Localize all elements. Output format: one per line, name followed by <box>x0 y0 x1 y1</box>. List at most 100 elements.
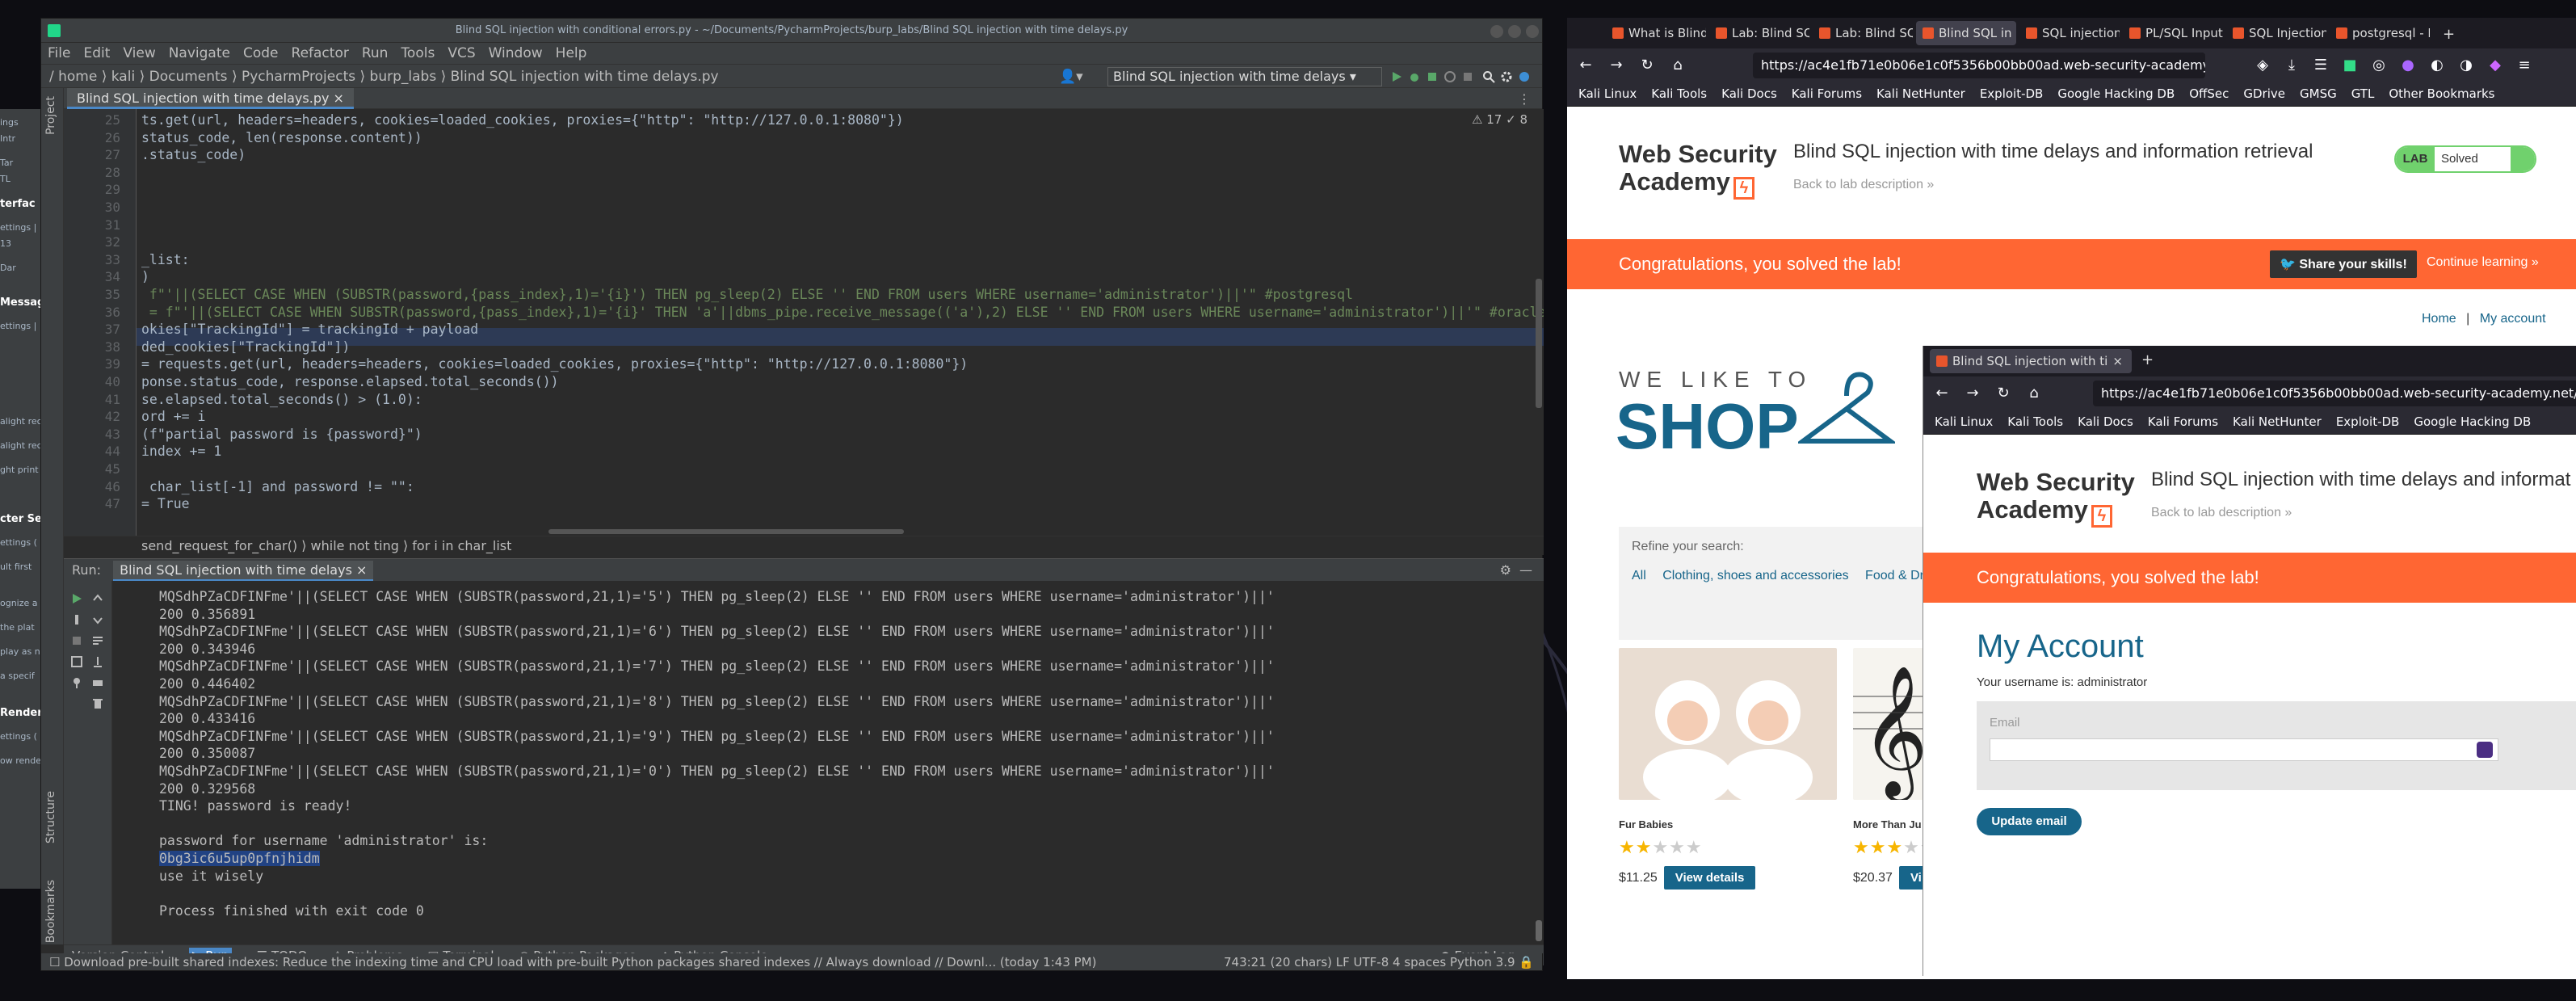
home-icon[interactable]: ⌂ <box>1669 57 1687 74</box>
bookmark-item[interactable]: Kali Linux <box>1578 86 1637 101</box>
editor-breadcrumb[interactable]: send_request_for_char() ⟩ while not ting… <box>64 536 1544 555</box>
url-bar[interactable]: https://ac4e1fb71e0b06e1c0f5356b00bb00ad… <box>2093 381 2576 406</box>
coverage-icon[interactable] <box>1426 70 1439 83</box>
jetbrains-icon[interactable] <box>1518 70 1531 83</box>
wrench-icon[interactable] <box>70 613 83 626</box>
product-image-fur-babies[interactable] <box>1619 648 1837 805</box>
bookmark-item[interactable]: Kali Linux <box>1935 414 1993 429</box>
bookmarks-tool-tab[interactable]: Bookmarks <box>44 880 57 943</box>
extension-icon[interactable]: ◐ <box>2428 57 2446 74</box>
menu-window[interactable]: Window <box>482 43 549 61</box>
extension-icon[interactable]: ● <box>2399 57 2417 74</box>
menu-view[interactable]: View <box>116 43 162 61</box>
bookmark-item[interactable]: Exploit-DB <box>2336 414 2400 429</box>
downloads-icon[interactable]: ⤓ <box>2283 57 2301 74</box>
bookmark-item[interactable]: OffSec <box>2189 86 2229 101</box>
browser-tab-active[interactable]: Blind SQL injection with ti × <box>1930 349 2132 373</box>
back-to-lab-link[interactable]: Back to lab description » <box>2151 506 2292 520</box>
menu-edit[interactable]: Edit <box>77 43 116 61</box>
code-editor[interactable]: 25 26 27 28 29 30 31 32 33 34 35 36 37 38 39 40 41 42 43 44… <box>64 109 1544 536</box>
bookmark-item[interactable]: Other Bookmarks <box>2389 86 2494 101</box>
extension-icon[interactable]: ■ <box>2341 57 2359 74</box>
password-manager-icon[interactable] <box>2477 742 2493 758</box>
academy-logo[interactable]: Web Security Academy ϟ <box>1619 141 1777 200</box>
home-icon[interactable]: ⌂ <box>2025 385 2043 402</box>
bookmark-item[interactable]: Kali Tools <box>2007 414 2063 429</box>
bookmark-item[interactable]: Kali Docs <box>2078 414 2133 429</box>
new-tab-button[interactable]: + <box>2135 349 2160 373</box>
back-icon[interactable]: ← <box>1577 57 1595 74</box>
view-details-button[interactable]: View details <box>1663 866 1756 890</box>
bookmark-item[interactable]: GTL <box>2351 86 2375 101</box>
bookmark-item[interactable]: Kali Forums <box>2148 414 2218 429</box>
menu-refactor[interactable]: Refactor <box>285 43 355 61</box>
back-to-lab-link[interactable]: Back to lab description » <box>1793 178 1934 192</box>
browser-tab[interactable]: Lab: Blind SQ <box>1709 21 1809 45</box>
status-info[interactable]: 743:21 (20 chars) LF UTF-8 4 spaces Pyth… <box>1224 955 1534 969</box>
browser-tab[interactable]: postgresql - D <box>2330 21 2430 45</box>
extension-icon[interactable]: ◎ <box>2370 57 2388 74</box>
soft-wrap-icon[interactable] <box>91 634 104 647</box>
academy-logo[interactable]: Web Security Academy ϟ <box>1977 469 2135 528</box>
bookmark-item[interactable]: Google Hacking DB <box>2414 414 2531 429</box>
vertical-scrollbar[interactable] <box>1536 279 1542 408</box>
browser-tab[interactable]: PL/SQL Input <box>2123 21 2223 45</box>
stop-icon[interactable] <box>70 634 83 647</box>
browser-tab[interactable]: What is Blind <box>1606 21 1706 45</box>
continue-learning-link[interactable]: Continue learning » <box>2427 255 2539 270</box>
bookmark-item[interactable]: Kali Docs <box>1721 86 1777 101</box>
filter-food[interactable]: Food & Dr <box>1865 569 1924 583</box>
forward-icon[interactable]: → <box>1964 385 1981 402</box>
menu-file[interactable]: File <box>41 43 77 61</box>
extension-icon[interactable]: ◆ <box>2486 57 2504 74</box>
horizontal-scrollbar[interactable] <box>548 529 904 534</box>
password-result[interactable]: 0bg3ic6u5up0pfnjhidm <box>159 851 320 866</box>
update-email-button[interactable]: Update email <box>1977 808 2082 835</box>
close-tab-icon[interactable]: × <box>2112 354 2123 368</box>
reload-icon[interactable]: ↻ <box>1638 57 1656 74</box>
reload-icon[interactable]: ↻ <box>1994 385 2012 402</box>
bookmark-item[interactable]: Kali NetHunter <box>1876 86 1965 101</box>
share-skills-button[interactable]: 🐦 Share your skills! <box>2270 250 2417 278</box>
extension-icon[interactable]: ◑ <box>2457 57 2475 74</box>
structure-tool-tab[interactable]: Structure <box>44 791 57 843</box>
bookmark-item[interactable]: Exploit-DB <box>1980 86 2044 101</box>
user-icon[interactable]: 👤▾ <box>1059 69 1083 85</box>
run-configuration-select[interactable]: Blind SQL injection with time delays ▾ <box>1107 67 1382 86</box>
browser-tab-active[interactable]: Blind SQL in <box>1916 21 2016 45</box>
print-icon[interactable] <box>91 676 104 689</box>
status-message[interactable]: ☐ Download pre-built shared indexes: Red… <box>49 955 1096 969</box>
browser-tab[interactable]: SQL injection <box>2019 21 2120 45</box>
bookmark-item[interactable]: Kali Tools <box>1651 86 1707 101</box>
bookmark-item[interactable]: GMSG <box>2300 86 2337 101</box>
filter-all[interactable]: All <box>1632 569 1646 583</box>
settings-icon[interactable]: ⚙ <box>1500 562 1511 578</box>
file-tab-active[interactable]: Blind SQL injection with time delays.py … <box>67 88 354 109</box>
run-tab[interactable]: Blind SQL injection with time delays × <box>113 561 374 582</box>
run-console[interactable]: MQSdhPZaCDFINFme'||(SELECT CASE WHEN (SU… <box>112 581 1544 944</box>
forward-icon[interactable]: → <box>1607 57 1625 74</box>
menu-navigate[interactable]: Navigate <box>162 43 237 61</box>
profile-icon[interactable] <box>1443 70 1456 83</box>
minimize-button[interactable] <box>1490 25 1503 38</box>
scroll-up-icon[interactable] <box>91 592 104 605</box>
menu-code[interactable]: Code <box>237 43 285 61</box>
new-tab-button[interactable]: + <box>2436 21 2461 45</box>
url-bar[interactable]: https://ac4e1fb71e0b06e1c0f5356b00bb00ad… <box>1753 53 2205 78</box>
pocket-icon[interactable]: ◈ <box>2254 57 2271 74</box>
menu-icon[interactable]: ≡ <box>2515 57 2533 74</box>
bookmark-item[interactable]: GDrive <box>2243 86 2285 101</box>
tab-menu-icon[interactable]: ⋮ <box>1518 91 1531 107</box>
menu-help[interactable]: Help <box>549 43 594 61</box>
pin-icon[interactable] <box>70 676 83 689</box>
project-tool-tab[interactable]: Project <box>44 96 57 135</box>
layout-icon[interactable] <box>70 655 83 668</box>
browser-tab[interactable]: SQL Injection <box>2226 21 2326 45</box>
trash-icon[interactable] <box>91 697 104 710</box>
scroll-down-icon[interactable] <box>91 613 104 626</box>
filter-clothing[interactable]: Clothing, shoes and accessories <box>1662 569 1848 583</box>
library-icon[interactable]: ☰ <box>2312 57 2330 74</box>
menu-run[interactable]: Run <box>355 43 395 61</box>
home-link[interactable]: Home <box>2422 312 2456 326</box>
scroll-end-icon[interactable] <box>91 655 104 668</box>
